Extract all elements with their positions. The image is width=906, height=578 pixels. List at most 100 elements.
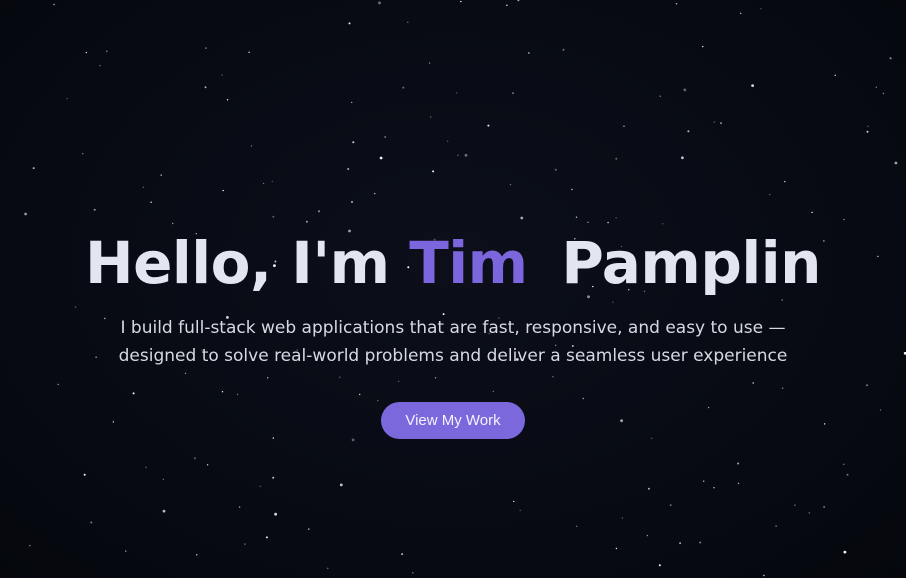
star	[402, 86, 405, 89]
star	[204, 86, 207, 89]
star	[339, 483, 343, 487]
star	[32, 167, 35, 170]
first-name: Tim	[409, 229, 528, 297]
star	[308, 528, 310, 530]
star	[843, 218, 845, 221]
star	[487, 124, 490, 127]
star	[554, 168, 557, 171]
star	[607, 221, 609, 224]
star	[882, 92, 885, 95]
star	[658, 564, 661, 567]
star	[576, 525, 578, 527]
star	[272, 476, 275, 479]
star	[519, 509, 521, 512]
star	[271, 180, 273, 183]
star	[379, 156, 383, 160]
star	[679, 542, 682, 545]
star	[160, 174, 162, 176]
star	[811, 211, 813, 214]
star	[513, 500, 515, 503]
star	[737, 462, 740, 465]
star	[571, 188, 573, 191]
star	[83, 473, 86, 476]
star	[866, 130, 869, 133]
star	[769, 193, 771, 196]
star	[713, 121, 715, 123]
star	[318, 210, 320, 213]
star	[162, 478, 164, 480]
star	[432, 170, 435, 173]
last-name: Pamplin	[561, 229, 821, 297]
star	[460, 0, 462, 3]
star	[145, 466, 147, 469]
star	[196, 554, 198, 556]
star	[162, 509, 166, 513]
star	[347, 168, 350, 170]
star	[272, 215, 275, 218]
star	[464, 153, 468, 157]
star	[517, 0, 520, 2]
greeting-text: Hello, I'm	[85, 229, 390, 297]
star	[352, 141, 355, 144]
star	[681, 156, 684, 160]
star	[172, 222, 174, 225]
star	[587, 221, 589, 223]
star	[834, 74, 836, 77]
star	[775, 525, 777, 527]
hero-section: Hello, I'm Tim Pamplin I build full-stac…	[0, 0, 906, 578]
star	[374, 192, 376, 195]
star	[274, 512, 277, 516]
star	[843, 550, 847, 554]
star	[221, 74, 223, 76]
star	[615, 217, 617, 219]
star	[760, 8, 762, 10]
star	[751, 84, 754, 87]
view-my-work-button[interactable]: View My Work	[381, 402, 525, 439]
star	[846, 473, 849, 476]
star	[85, 51, 88, 54]
star	[430, 116, 432, 118]
star	[528, 52, 530, 54]
star	[93, 208, 96, 211]
star	[446, 140, 449, 142]
star	[265, 536, 268, 539]
star	[843, 463, 845, 465]
star	[351, 101, 353, 104]
star	[509, 183, 512, 186]
star	[125, 550, 127, 552]
star	[675, 3, 678, 5]
star	[305, 220, 308, 223]
star	[646, 534, 649, 537]
star	[520, 216, 524, 220]
star	[378, 1, 381, 5]
star	[428, 62, 431, 64]
star	[193, 457, 196, 460]
star	[407, 21, 409, 23]
star	[867, 125, 869, 128]
star	[66, 97, 68, 100]
star	[703, 480, 705, 482]
star	[621, 517, 624, 519]
star	[142, 186, 144, 188]
star	[262, 182, 265, 185]
star	[506, 4, 508, 7]
hero-subtitle: I build full-stack web applications that…	[118, 318, 788, 366]
hero-heading: Hello, I'm Tim Pamplin	[0, 226, 906, 300]
star	[894, 161, 898, 165]
star	[24, 212, 27, 216]
star	[250, 145, 253, 147]
star	[99, 65, 101, 67]
star	[662, 223, 664, 225]
hero-content: Hello, I'm Tim Pamplin I build full-stac…	[0, 226, 906, 439]
star	[659, 95, 661, 97]
star	[615, 157, 618, 160]
star	[512, 92, 514, 94]
star	[401, 553, 404, 556]
star	[875, 86, 877, 88]
star	[740, 12, 742, 15]
star	[683, 88, 687, 92]
star	[794, 504, 796, 506]
star	[889, 57, 892, 60]
star	[226, 99, 229, 101]
star	[238, 506, 241, 508]
